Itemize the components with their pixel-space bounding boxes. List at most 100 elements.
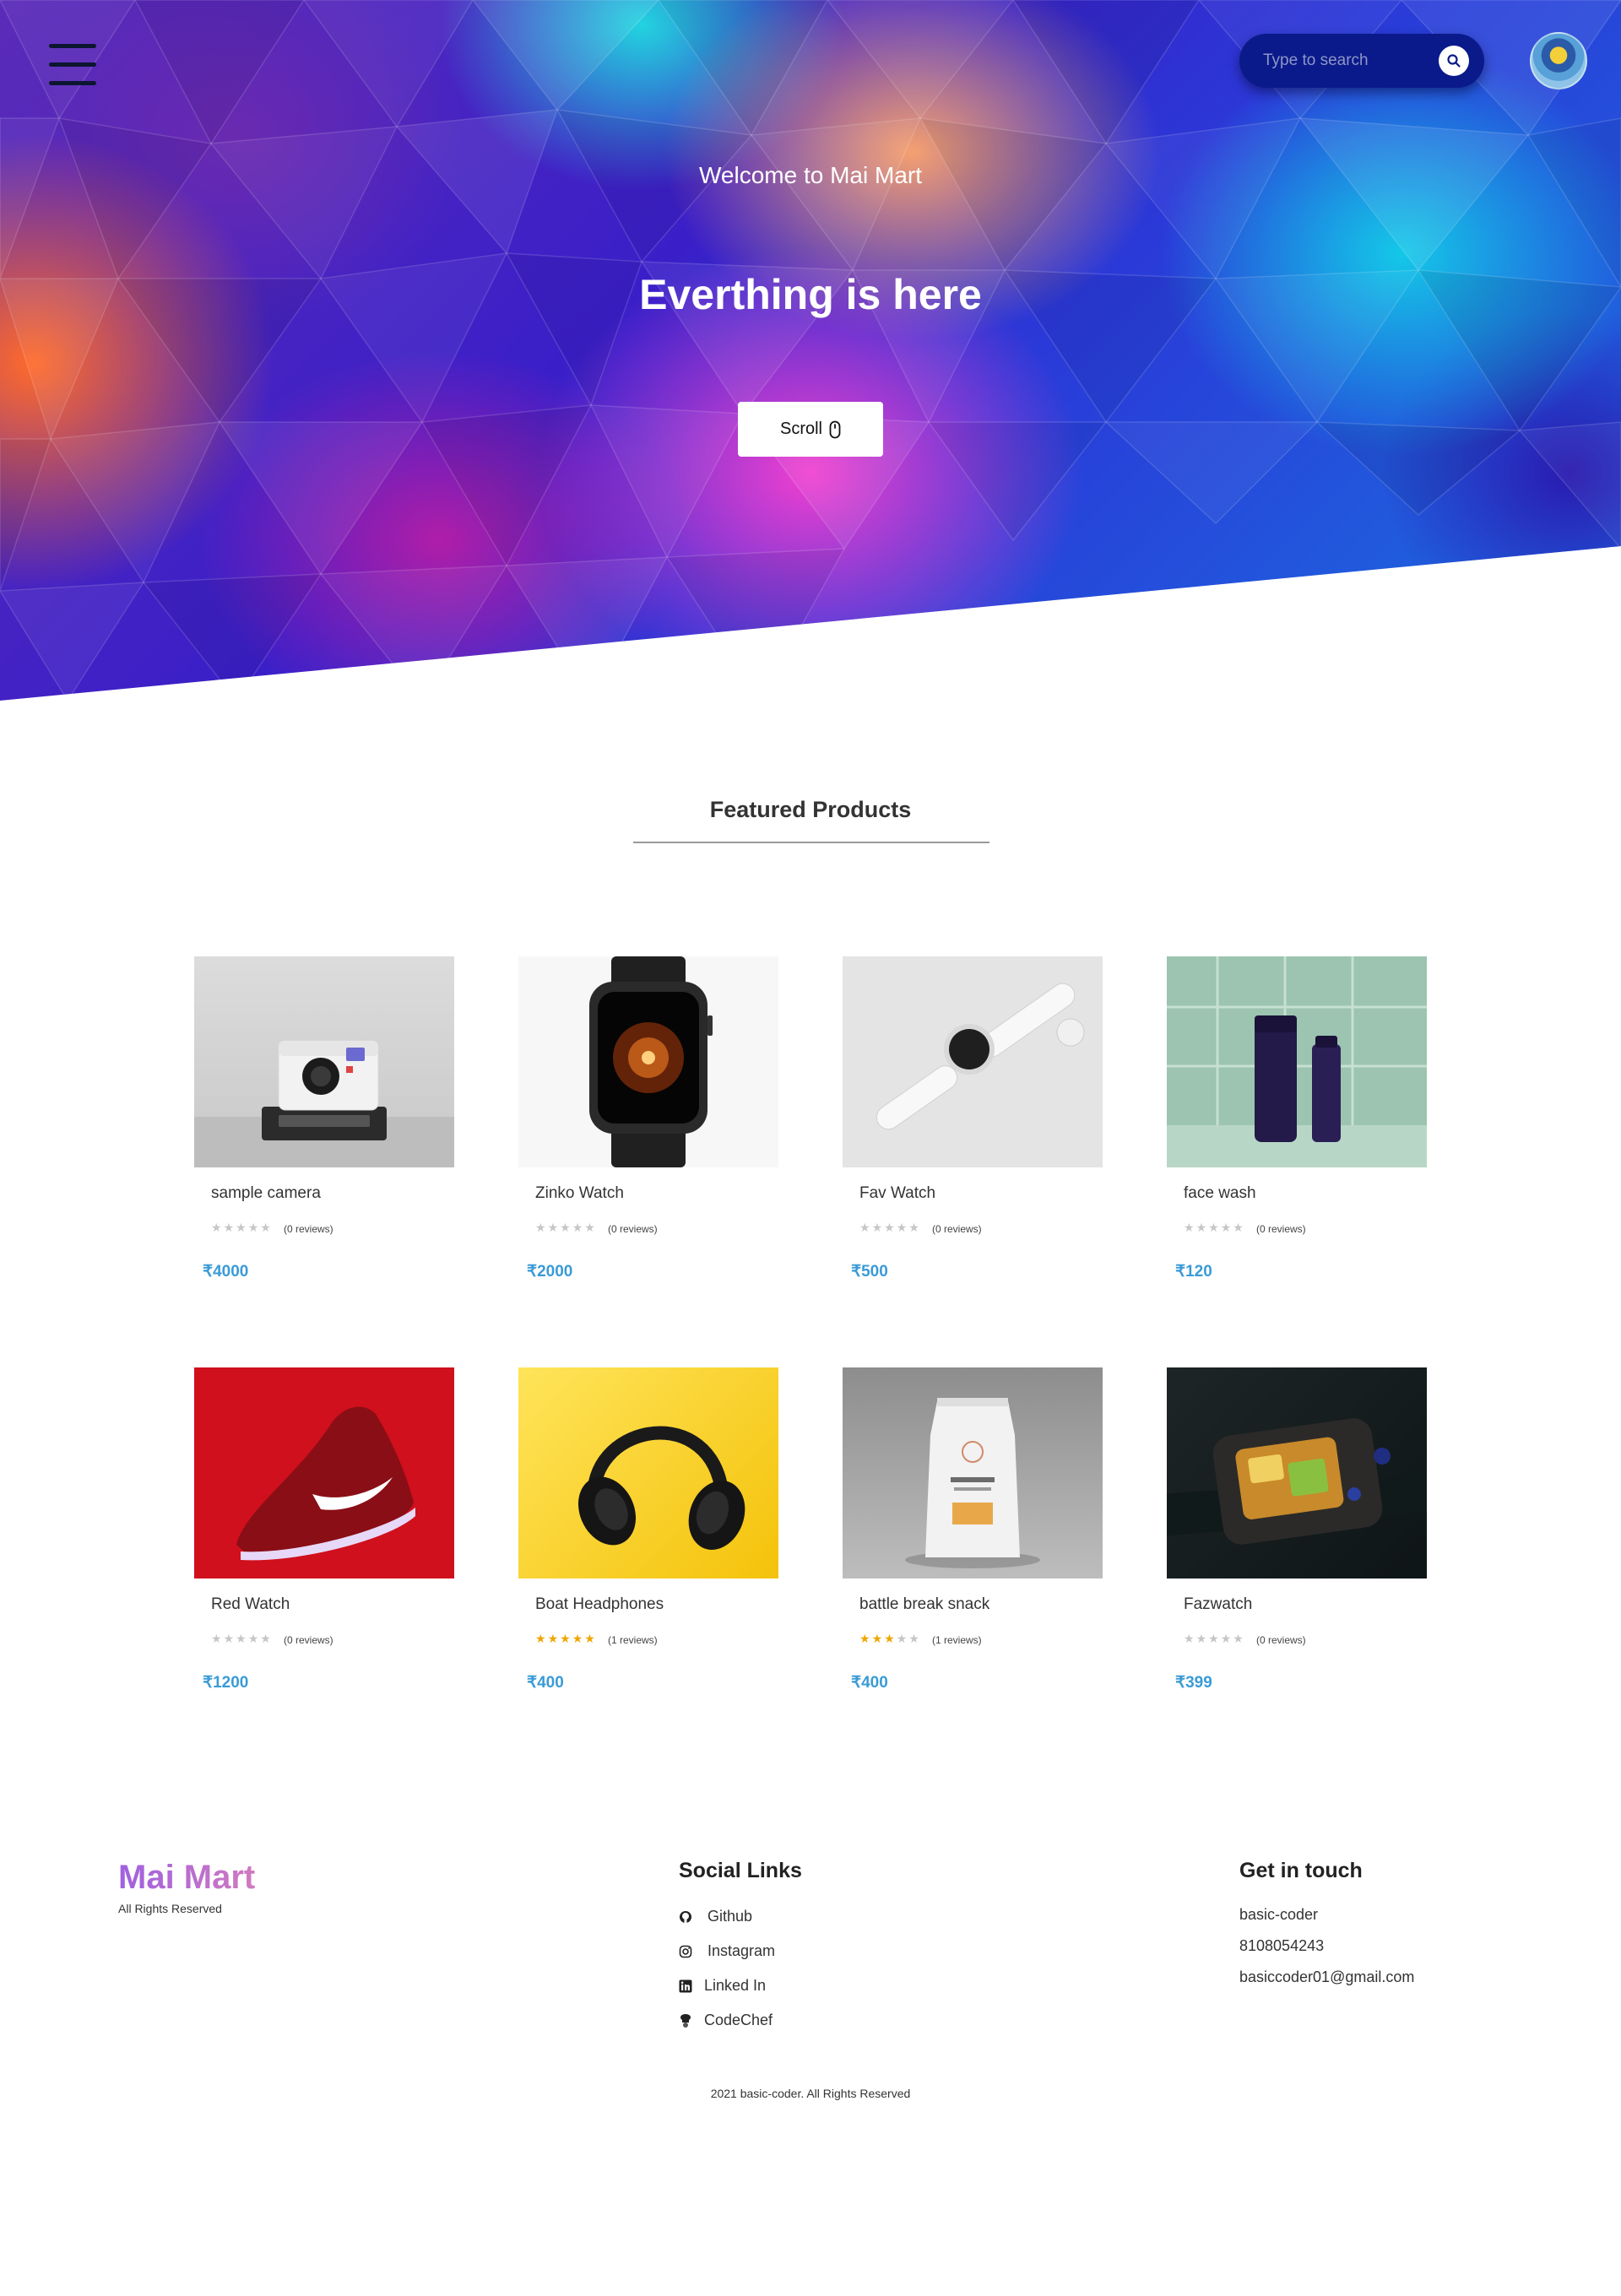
- review-count: (0 reviews): [608, 1223, 658, 1235]
- footer-brand-subtitle: All Rights Reserved: [118, 1902, 222, 1915]
- hero-background-pattern: [0, 0, 1621, 701]
- star-empty-icon: ★: [1208, 1221, 1221, 1234]
- review-count: (0 reviews): [1256, 1634, 1306, 1646]
- star-empty-icon: ★: [1233, 1221, 1245, 1234]
- search-icon[interactable]: [1439, 46, 1469, 76]
- product-card[interactable]: Fazwatch ★★★★★ (0 reviews) ₹399: [1167, 1367, 1427, 1705]
- contact-email[interactable]: basiccoder01@gmail.com: [1239, 1962, 1414, 1993]
- star-empty-icon: ★: [236, 1632, 248, 1645]
- white-watch-image: [843, 956, 1103, 1167]
- social-links-heading: Social Links: [679, 1859, 802, 1882]
- product-price: ₹500: [851, 1263, 888, 1281]
- star-empty-icon: ★: [211, 1221, 224, 1234]
- face-wash-image: [1167, 956, 1427, 1167]
- product-name[interactable]: Fav Watch: [859, 1184, 935, 1203]
- star-filled-icon: ★: [859, 1632, 872, 1645]
- product-name[interactable]: Red Watch: [211, 1595, 290, 1614]
- social-links-list: Github Instagram Linked In CodeChef: [679, 1899, 775, 2038]
- star-empty-icon: ★: [1233, 1632, 1245, 1645]
- search-input[interactable]: [1263, 51, 1423, 70]
- social-link-linkedin[interactable]: Linked In: [679, 1968, 775, 2003]
- star-filled-icon: ★: [535, 1632, 548, 1645]
- product-card[interactable]: Boat Headphones ★★★★★ (1 reviews) ₹400: [518, 1367, 778, 1705]
- product-name[interactable]: Boat Headphones: [535, 1595, 664, 1614]
- contact-info: basic-coder 8108054243 basiccoder01@gmai…: [1239, 1899, 1414, 1993]
- hero-title: Everthing is here: [639, 271, 982, 318]
- star-empty-icon: ★: [1195, 1632, 1209, 1645]
- star-empty-icon: ★: [1184, 1632, 1196, 1645]
- star-empty-icon: ★: [560, 1221, 572, 1234]
- star-empty-icon: ★: [908, 1221, 921, 1234]
- review-count: (0 reviews): [1256, 1223, 1306, 1235]
- product-card[interactable]: battle break snack ★★★★★ (1 reviews) ₹40…: [843, 1367, 1103, 1705]
- social-link-label: Github: [707, 1908, 753, 1925]
- product-name[interactable]: face wash: [1184, 1184, 1256, 1203]
- rating-stars: ★★★★★: [1184, 1632, 1245, 1646]
- product-price: ₹2000: [527, 1263, 573, 1281]
- product-name[interactable]: battle break snack: [859, 1595, 989, 1614]
- product-price: ₹4000: [203, 1263, 249, 1281]
- star-empty-icon: ★: [247, 1632, 261, 1645]
- star-empty-icon: ★: [260, 1632, 273, 1645]
- product-name[interactable]: Fazwatch: [1184, 1595, 1252, 1614]
- user-avatar[interactable]: [1530, 32, 1587, 89]
- social-link-label: Instagram: [707, 1942, 776, 1959]
- social-link-codechef[interactable]: CodeChef: [679, 2003, 775, 2038]
- mouse-icon: [829, 420, 841, 438]
- review-count: (0 reviews): [932, 1223, 982, 1235]
- star-empty-icon: ★: [884, 1221, 897, 1234]
- product-price: ₹1200: [203, 1674, 249, 1692]
- red-shoe-image: [194, 1367, 454, 1578]
- hamburger-menu-icon[interactable]: [49, 44, 96, 91]
- hero-banner: Welcome to Mai Mart Everthing is here Sc…: [0, 0, 1621, 701]
- product-card[interactable]: Fav Watch ★★★★★ (0 reviews) ₹500: [843, 956, 1103, 1294]
- star-filled-icon: ★: [560, 1632, 572, 1645]
- social-link-github[interactable]: Github: [679, 1899, 775, 1934]
- camera-image: [194, 956, 454, 1167]
- social-link-label: Linked In: [704, 1977, 767, 1994]
- product-price: ₹120: [1175, 1263, 1212, 1281]
- scroll-button[interactable]: Scroll: [738, 402, 883, 457]
- product-card[interactable]: sample camera ★★★★★ (0 reviews) ₹4000: [194, 956, 454, 1294]
- star-empty-icon: ★: [859, 1221, 872, 1234]
- review-count: (1 reviews): [608, 1634, 658, 1646]
- star-filled-icon: ★: [547, 1632, 561, 1645]
- scroll-label: Scroll: [779, 420, 822, 438]
- contact-heading: Get in touch: [1239, 1859, 1363, 1882]
- star-empty-icon: ★: [223, 1221, 236, 1234]
- star-empty-icon: ★: [908, 1632, 921, 1645]
- smartwatch-image: [518, 956, 778, 1167]
- social-link-instagram[interactable]: Instagram: [679, 1934, 775, 1968]
- star-filled-icon: ★: [871, 1632, 885, 1645]
- product-price: ₹400: [527, 1674, 564, 1692]
- social-link-label: CodeChef: [704, 2012, 773, 2028]
- star-empty-icon: ★: [1220, 1632, 1233, 1645]
- contact-phone[interactable]: 8108054243: [1239, 1930, 1414, 1962]
- review-count: (0 reviews): [284, 1223, 333, 1235]
- star-empty-icon: ★: [260, 1221, 273, 1234]
- product-name[interactable]: Zinko Watch: [535, 1184, 624, 1203]
- rating-stars: ★★★★★: [859, 1221, 921, 1235]
- rating-stars: ★★★★★: [211, 1221, 273, 1235]
- product-card[interactable]: Zinko Watch ★★★★★ (0 reviews) ₹2000: [518, 956, 778, 1294]
- review-count: (0 reviews): [284, 1634, 333, 1646]
- headphones-image: [518, 1367, 778, 1578]
- featured-products-title: Featured Products: [709, 797, 912, 822]
- footer-brand-logo[interactable]: Mai Mart: [118, 1859, 255, 1897]
- product-card[interactable]: face wash ★★★★★ (0 reviews) ₹120: [1167, 956, 1427, 1294]
- hero-welcome-text: Welcome to Mai Mart: [699, 162, 922, 188]
- star-empty-icon: ★: [547, 1221, 561, 1234]
- star-empty-icon: ★: [584, 1221, 597, 1234]
- star-empty-icon: ★: [1184, 1221, 1196, 1234]
- linkedin-icon: [679, 1979, 704, 1993]
- star-empty-icon: ★: [572, 1221, 585, 1234]
- star-filled-icon: ★: [884, 1632, 897, 1645]
- product-name[interactable]: sample camera: [211, 1184, 321, 1203]
- github-icon: [679, 1910, 707, 1924]
- product-card[interactable]: Red Watch ★★★★★ (0 reviews) ₹1200: [194, 1367, 454, 1705]
- rating-stars: ★★★★★: [535, 1221, 597, 1235]
- product-price: ₹399: [1175, 1674, 1212, 1692]
- search-bar: [1239, 34, 1484, 88]
- star-empty-icon: ★: [896, 1221, 909, 1234]
- coffee-bag-image: [843, 1367, 1103, 1578]
